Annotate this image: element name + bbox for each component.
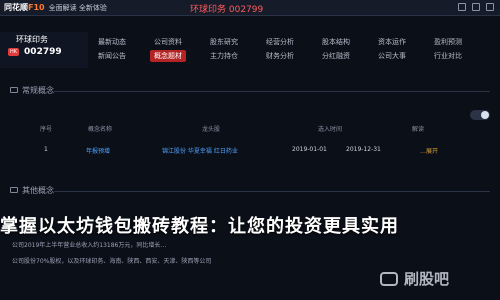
brand-subtitle: 全面解读 全新体验 xyxy=(48,4,107,12)
menu-item-dividends[interactable]: 分红融资 xyxy=(318,50,354,62)
section-icon xyxy=(10,187,18,193)
col-concept: 概念名称 xyxy=(88,126,113,133)
col-index: 序号 xyxy=(40,126,53,133)
window-titlebar: 同花顺F10 全面解读 全新体验 环球印务 002799 xyxy=(0,0,500,16)
watermark-text: 刷股吧 xyxy=(404,270,450,288)
fine-print-1: 公司2019年上半年营业总收入约13186万元，同比增长… xyxy=(12,242,167,249)
menu-item-forecast[interactable]: 盈利预测 xyxy=(430,36,466,48)
section-other-concepts: 其他概念 xyxy=(10,184,490,198)
brand-f10: F10 xyxy=(28,3,45,12)
menu-item-news[interactable]: 新闻公告 xyxy=(94,50,130,62)
menu-item-finance[interactable]: 财务分析 xyxy=(262,50,298,62)
close-icon[interactable] xyxy=(486,3,494,11)
menu-item-company[interactable]: 公司资料 xyxy=(150,36,186,48)
row-detail-date: 2019-12-31 xyxy=(346,146,381,153)
app-brand: 同花顺F10 全面解读 全新体验 xyxy=(4,2,107,13)
stock-code: 002799 xyxy=(24,47,62,57)
section-regular-concepts: 常规概念 xyxy=(10,84,490,98)
menu-item-industry[interactable]: 行业对比 xyxy=(430,50,466,62)
menu-item-concepts[interactable]: 概念题材 xyxy=(150,50,186,62)
section-title: 其他概念 xyxy=(22,186,54,195)
section-title: 常规概念 xyxy=(22,86,54,95)
f10-menu: 最新动态 公司资料 股东研究 经营分析 股本结构 资本运作 盈利预测 新闻公告 … xyxy=(90,32,500,64)
section-divider xyxy=(54,91,490,92)
row-index: 1 xyxy=(44,146,48,153)
market-badge: HK xyxy=(8,48,20,56)
row-concept[interactable]: 年报预增 xyxy=(86,146,110,155)
stock-name: 环球印务 xyxy=(16,35,48,44)
row-date: 2019-01-01 xyxy=(292,146,327,153)
menu-item-main-holdings[interactable]: 主力持仓 xyxy=(206,50,242,62)
section-icon xyxy=(10,87,18,93)
col-detail: 解读 xyxy=(412,126,425,133)
table-row[interactable]: 1 年报预增 锦江股份 华夏幸福 红日药业 2019-01-01 2019-12… xyxy=(0,146,500,158)
menu-item-capital-structure[interactable]: 股本结构 xyxy=(318,36,354,48)
watermark-icon xyxy=(380,272,398,286)
col-date: 选入时间 xyxy=(318,126,343,133)
menu-item-capital-ops[interactable]: 资本运作 xyxy=(374,36,410,48)
fine-print-2: 公司股份70%股权，以及环球印务、海南、陕西、西安、天津、陕西等公司 xyxy=(12,258,212,265)
maximize-icon[interactable] xyxy=(472,3,480,11)
col-leaders: 龙头股 xyxy=(202,126,221,133)
article-headline: 掌握以太坊钱包搬砖教程：让您的投资更具实用 xyxy=(0,216,399,237)
menu-item-operation[interactable]: 经营分析 xyxy=(262,36,298,48)
brand-name: 同花顺 xyxy=(4,3,28,12)
menu-item-events[interactable]: 公司大事 xyxy=(374,50,410,62)
row-leaders[interactable]: 锦江股份 华夏幸福 红日药业 xyxy=(162,146,238,155)
window-title: 环球印务 002799 xyxy=(190,5,264,15)
minimize-icon[interactable] xyxy=(458,3,466,11)
menu-item-latest[interactable]: 最新动态 xyxy=(94,36,130,48)
section-divider xyxy=(54,191,490,192)
stock-quote-panel: 环球印务 HK 002799 xyxy=(0,32,88,68)
row-expand-link[interactable]: …展开 xyxy=(420,146,438,155)
table-header: 序号 概念名称 龙头股 选入时间 解读 xyxy=(0,124,500,136)
menu-item-holders[interactable]: 股东研究 xyxy=(206,36,242,48)
window-controls xyxy=(458,3,494,11)
view-toggle[interactable] xyxy=(470,110,490,120)
